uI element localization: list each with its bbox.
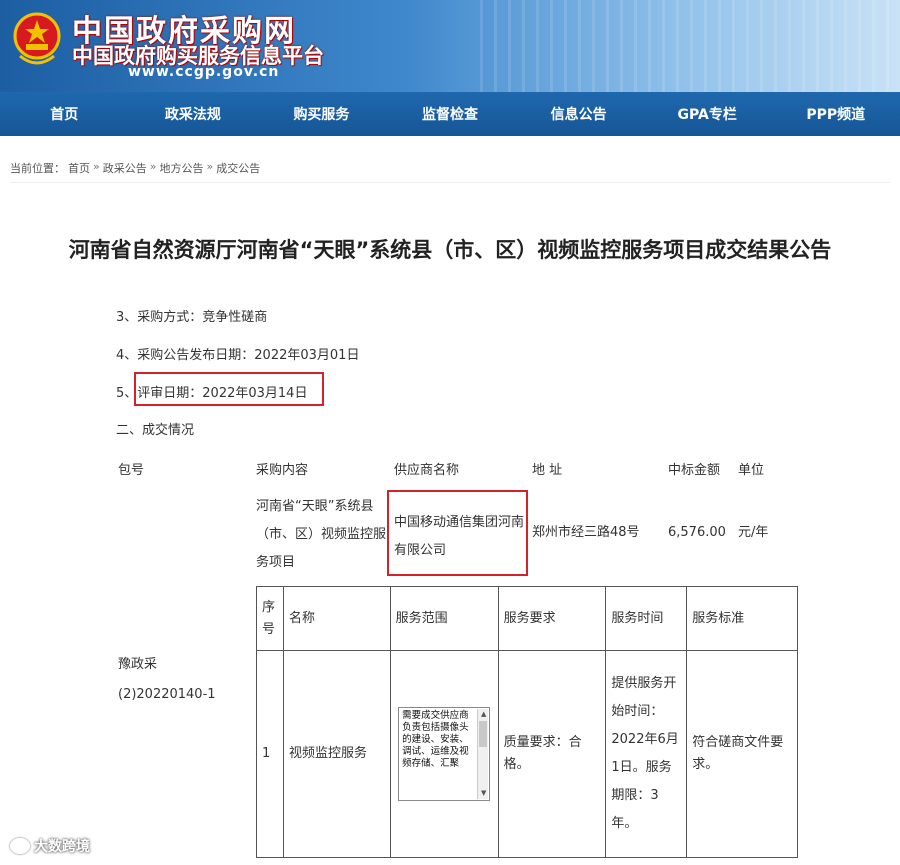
breadcrumb-separator: » xyxy=(149,160,157,173)
nav-item-supervision[interactable]: 监督检查 xyxy=(386,92,515,136)
scroll-up-arrow-icon[interactable]: ▲ xyxy=(479,710,488,719)
nav-item-regulations[interactable]: 政采法规 xyxy=(129,92,258,136)
breadcrumb-item-local[interactable]: 地方公告 xyxy=(159,160,203,176)
highlight-box-review-date xyxy=(134,372,324,406)
td-time: 提供服务开始时间：2022年6月1日。服务期限：3年。 xyxy=(605,650,688,858)
table-header-row: 序号 名称 服务范围 服务要求 服务时间 服务标准 xyxy=(256,586,798,651)
breadcrumb-item-deal[interactable]: 成交公告 xyxy=(216,160,260,176)
nav-item-purchase-services[interactable]: 购买服务 xyxy=(257,92,386,136)
breadcrumb-item-home[interactable]: 首页 xyxy=(68,160,90,176)
service-table: 序号 名称 服务范围 服务要求 服务时间 服务标准 1 视频监控服务 需要成交供… xyxy=(256,586,798,858)
highlight-box-supplier xyxy=(387,490,528,576)
td-requirement: 质量要求：合格。 xyxy=(497,650,607,858)
scope-text: 需要成交供应商负责包括摄像头的建设、安装、调试、运维及视频存储、汇聚 xyxy=(402,710,469,769)
header-supplier: 供应商名称 xyxy=(394,463,460,478)
main-nav: 首页 政采法规 购买服务 监督检查 信息公告 GPA专栏 PPP频道 xyxy=(0,92,900,136)
scope-scrollbar[interactable]: ▲ ▼ xyxy=(477,709,489,799)
header-amount: 中标金额 xyxy=(668,463,721,478)
th-standard: 服务标准 xyxy=(686,586,798,651)
td-standard: 符合磋商文件要求。 xyxy=(686,650,798,858)
cell-amount: 6,576.00 xyxy=(668,525,726,540)
cell-content: 河南省“天眼”系统县（市、区）视频监控服务项目 xyxy=(256,499,387,570)
procurement-method: 3、采购方式：竞争性磋商 xyxy=(116,310,268,325)
section-heading: 二、成交情况 xyxy=(116,423,195,438)
th-requirement: 服务要求 xyxy=(497,586,607,651)
scope-textarea[interactable]: 需要成交供应商负责包括摄像头的建设、安装、调试、运维及视频存储、汇聚 ▲ ▼ xyxy=(398,707,491,801)
nav-item-home[interactable]: 首页 xyxy=(0,92,129,136)
nav-item-ppp[interactable]: PPP频道 xyxy=(771,92,900,136)
breadcrumb-separator: » xyxy=(206,160,214,173)
td-index: 1 xyxy=(256,650,284,858)
th-scope: 服务范围 xyxy=(389,586,499,651)
page-title: 河南省自然资源厅河南省“天眼”系统县（市、区）视频监控服务项目成交结果公告 xyxy=(68,238,832,262)
watermark-text: 大数跨境 xyxy=(34,839,90,855)
nav-item-announcements[interactable]: 信息公告 xyxy=(514,92,643,136)
scroll-thumb[interactable] xyxy=(479,721,488,747)
th-index: 序号 xyxy=(256,586,284,651)
header-package-no: 包号 xyxy=(118,463,145,478)
breadcrumb: 当前位置： 首页 » 政采公告 » 地方公告 » 成交公告 xyxy=(10,160,260,176)
watermark: 大数跨境 xyxy=(10,836,90,856)
cell-address: 郑州市经三路48号 xyxy=(532,525,640,540)
table-row: 1 视频监控服务 需要成交供应商负责包括摄像头的建设、安装、调试、运维及视频存储… xyxy=(256,650,798,858)
nav-item-gpa[interactable]: GPA专栏 xyxy=(643,92,772,136)
cell-package-no: 豫政采(2)20220140-1 xyxy=(118,657,216,702)
header-address: 地 址 xyxy=(532,463,563,478)
td-scope: 需要成交供应商负责包括摄像头的建设、安装、调试、运维及视频存储、汇聚 ▲ ▼ xyxy=(389,650,499,858)
breadcrumb-separator: » xyxy=(93,160,100,173)
breadcrumb-prefix: 当前位置： xyxy=(10,162,65,175)
national-emblem-icon xyxy=(13,12,61,65)
td-name: 视频监控服务 xyxy=(282,650,391,858)
cell-unit: 元/年 xyxy=(738,525,769,540)
watermark-logo-icon xyxy=(10,838,30,854)
site-url: www.ccgp.gov.cn xyxy=(128,64,280,80)
publish-date: 4、采购公告发布日期：2022年03月01日 xyxy=(116,348,360,363)
header-content: 采购内容 xyxy=(256,463,309,478)
th-time: 服务时间 xyxy=(605,586,688,651)
scroll-down-arrow-icon[interactable]: ▼ xyxy=(479,789,488,798)
header-unit: 单位 xyxy=(738,463,765,478)
breadcrumb-item-announcements[interactable]: 政采公告 xyxy=(103,160,147,176)
th-name: 名称 xyxy=(282,586,391,651)
site-header: 中国政府采购网 中国政府购买服务信息平台 www.ccgp.gov.cn xyxy=(0,0,900,92)
